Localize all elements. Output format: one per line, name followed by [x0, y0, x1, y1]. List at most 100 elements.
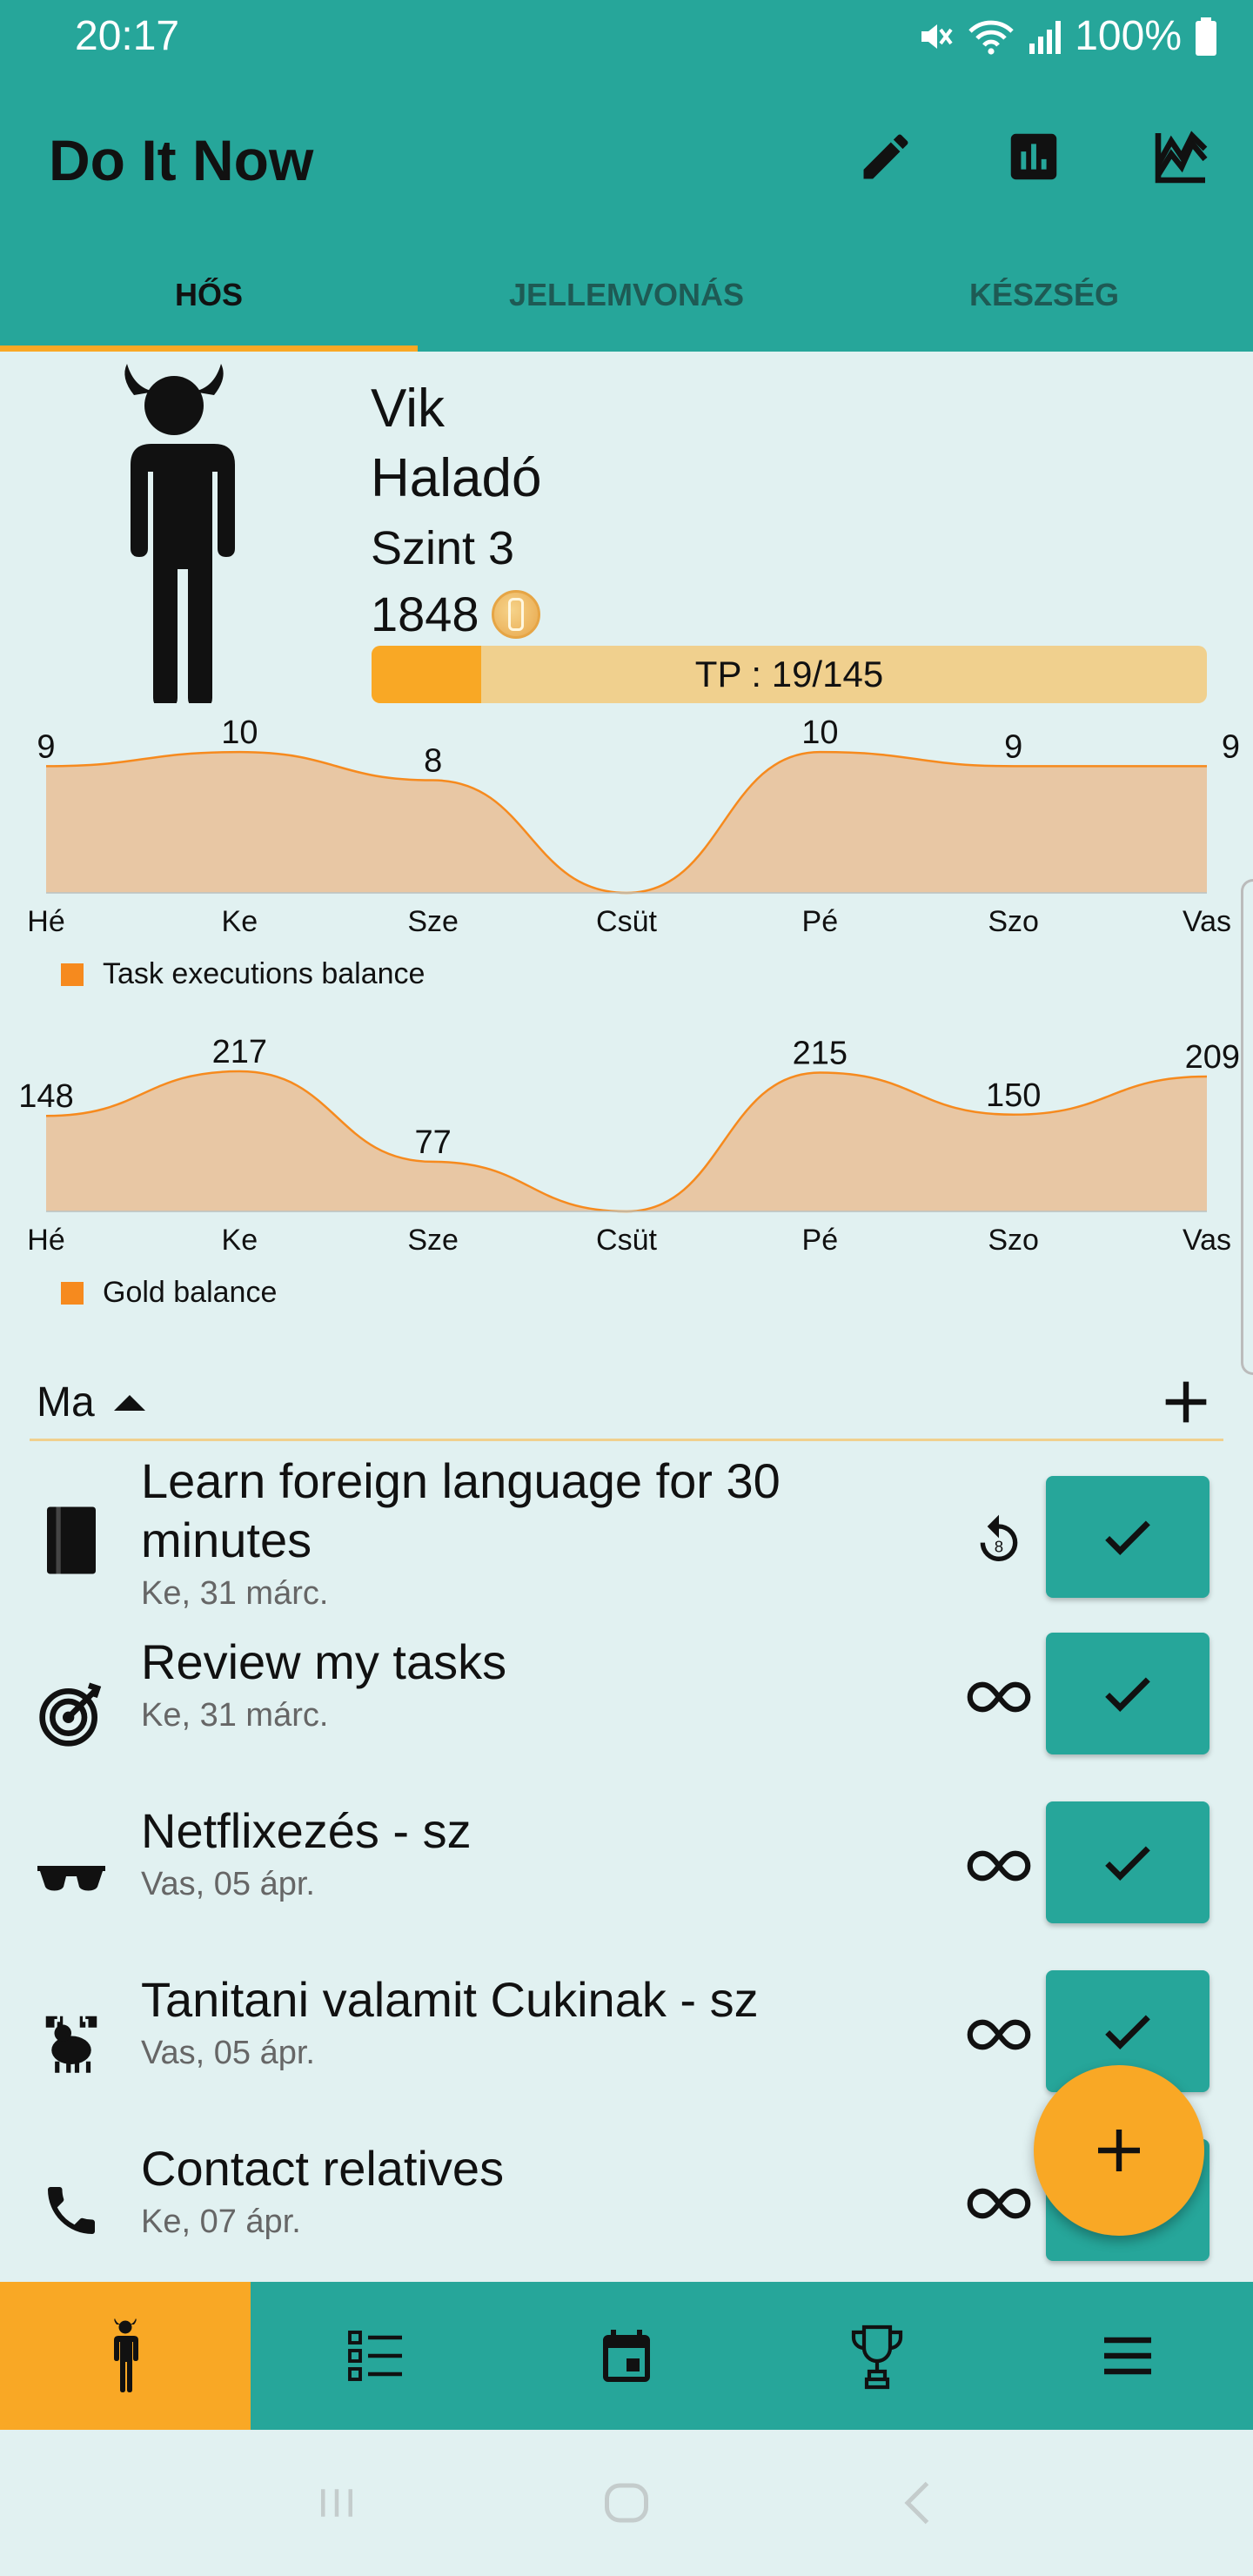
add-task-button[interactable] [1156, 1372, 1216, 1432]
today-sort-toggle[interactable]: Ma [37, 1379, 145, 1426]
check-icon [1105, 2015, 1150, 2049]
task-name: Learn foreign language for 30 minutes [141, 1453, 781, 1567]
target-icon [35, 1678, 108, 1751]
phone-icon [35, 2174, 108, 2247]
hero-info: Vik Haladó Szint 3 1848 [371, 374, 541, 646]
home-button[interactable] [592, 2468, 661, 2538]
calendar-icon [603, 2330, 650, 2382]
chart-data-label: 209 [1185, 1039, 1240, 1076]
task-text: Learn foreign language for 30 minutes Ke… [141, 1452, 941, 1613]
hero-name: Vik [371, 379, 446, 439]
chart-tick-label: Ke [222, 905, 258, 938]
add-fab-button[interactable] [1034, 2065, 1204, 2236]
legend-swatch [61, 963, 84, 986]
chart-tick-label: Hé [27, 905, 64, 938]
nav-calendar[interactable] [501, 2282, 752, 2430]
coin-icon [491, 590, 540, 639]
legend-label: Gold balance [103, 1276, 278, 1309]
pencil-icon [863, 134, 908, 179]
infinity-icon[interactable] [964, 2169, 1034, 2238]
task-date: Ke, 31 márc. [141, 1575, 329, 1612]
task-name: Tanitani valamit Cukinak - sz [141, 1972, 759, 2027]
infinity-icon[interactable] [964, 1831, 1034, 1901]
nav-hero[interactable] [0, 2282, 251, 2430]
chart-tick-label: Pé [802, 905, 839, 938]
plus-icon [1098, 2130, 1140, 2171]
chart-tick-label: Szo [988, 1224, 1039, 1257]
moose-icon [35, 2005, 108, 2078]
sort-up-icon [113, 1394, 145, 1411]
home-icon [604, 2483, 648, 2523]
task-date: Ke, 31 márc. [141, 1697, 329, 1734]
status-bar: 20:17 100% [0, 0, 1253, 77]
tab-traits[interactable]: JELLEMVONÁS [418, 238, 835, 352]
today-section-header: Ma [30, 1372, 1223, 1441]
hero-level: Szint 3 [371, 522, 515, 574]
infinity-icon[interactable] [964, 1662, 1034, 1732]
tp-progress-label: TP : 19/145 [694, 654, 884, 694]
chart-data-label: 9 [1004, 728, 1022, 765]
mute-icon [921, 23, 953, 49]
chart-tick-label: Hé [27, 1224, 64, 1257]
chart-tick-label: Csüt [596, 1224, 657, 1257]
battery-icon [1196, 17, 1216, 56]
complete-task-button[interactable] [1046, 1476, 1209, 1598]
nav-achievements[interactable] [752, 2282, 1002, 2430]
chart-tick-label: Ke [222, 1224, 258, 1257]
chart-tick-label: Vas [1183, 1224, 1231, 1257]
tab-hero[interactable]: HŐS [0, 238, 418, 352]
sunglasses-icon [35, 1840, 108, 1913]
task-text: Contact relatives Ke, 07 ápr. [141, 2139, 941, 2241]
legend-swatch [61, 1281, 84, 1305]
check-icon [1105, 1520, 1150, 1555]
replay-icon[interactable]: 8 [964, 1506, 1034, 1575]
edge-panel-handle[interactable] [1241, 879, 1253, 1375]
task-row[interactable]: Netflixezés - sz Vas, 05 ápr. [0, 1801, 1253, 1970]
status-icons: 100% [913, 12, 1218, 60]
book-icon [35, 1504, 108, 1577]
back-button[interactable] [881, 2468, 951, 2538]
chart-data-label: 10 [221, 714, 258, 751]
hero-rank: Haladó [371, 448, 542, 508]
task-date: Vas, 05 ápr. [141, 1866, 315, 1902]
app-title: Do It Now [49, 128, 314, 192]
chart-data-label: 9 [1222, 728, 1240, 765]
trend-button[interactable] [1150, 125, 1213, 188]
nav-tasks[interactable] [251, 2282, 501, 2430]
recent-apps-button[interactable] [302, 2468, 372, 2538]
tab-bar: HŐS JELLEMVONÁS KÉSZSÉG [0, 238, 1253, 352]
edit-button[interactable] [854, 125, 917, 188]
gold-balance-legend: Gold balance [61, 1276, 277, 1310]
task-text: Tanitani valamit Cukinak - sz Vas, 05 áp… [141, 1970, 941, 2072]
task-text: Netflixezés - sz Vas, 05 ápr. [141, 1801, 941, 1903]
chart-data-label: 150 [986, 1077, 1041, 1114]
check-icon [1105, 1677, 1150, 1712]
complete-task-button[interactable] [1046, 1633, 1209, 1754]
chart-data-label: 217 [212, 1034, 267, 1070]
statistics-button[interactable] [1002, 125, 1065, 188]
menu-icon [1104, 2337, 1151, 2375]
trophy-icon [851, 2324, 903, 2390]
infinity-icon[interactable] [964, 2000, 1034, 2070]
svg-text:8: 8 [995, 1537, 1003, 1555]
task-executions-chart-svg: 9 Hé 10 Ke 8 Sze Csüt 10 Pé 9 Szo 9 Vas [27, 714, 1240, 938]
task-row[interactable]: Learn foreign language for 30 minutes Ke… [0, 1452, 1253, 1633]
chart-tick-label: Csüt [596, 905, 657, 938]
task-text: Review my tasks Ke, 31 márc. [141, 1633, 941, 1734]
task-executions-chart: 9 Hé 10 Ke 8 Sze Csüt 10 Pé 9 Szo 9 Vas [0, 714, 1253, 940]
status-time: 20:17 [75, 13, 180, 59]
bar-chart-icon [1010, 133, 1057, 180]
tab-skills[interactable]: KÉSZSÉG [835, 238, 1253, 352]
chart-area [46, 752, 1207, 893]
task-row[interactable]: Review my tasks Ke, 31 márc. [0, 1633, 1253, 1801]
chart-tick-label: Sze [407, 905, 459, 938]
chart-data-label: 8 [424, 743, 442, 780]
nav-menu[interactable] [1002, 2282, 1253, 2430]
app-bar: Do It Now [0, 77, 1253, 238]
app-bar-actions [854, 125, 1213, 188]
complete-task-button[interactable] [1046, 1801, 1209, 1923]
signal-icon [1029, 20, 1062, 54]
chart-data-label: 148 [18, 1078, 73, 1115]
task-name: Netflixezés - sz [141, 1803, 472, 1858]
chart-data-label: 77 [415, 1124, 452, 1161]
